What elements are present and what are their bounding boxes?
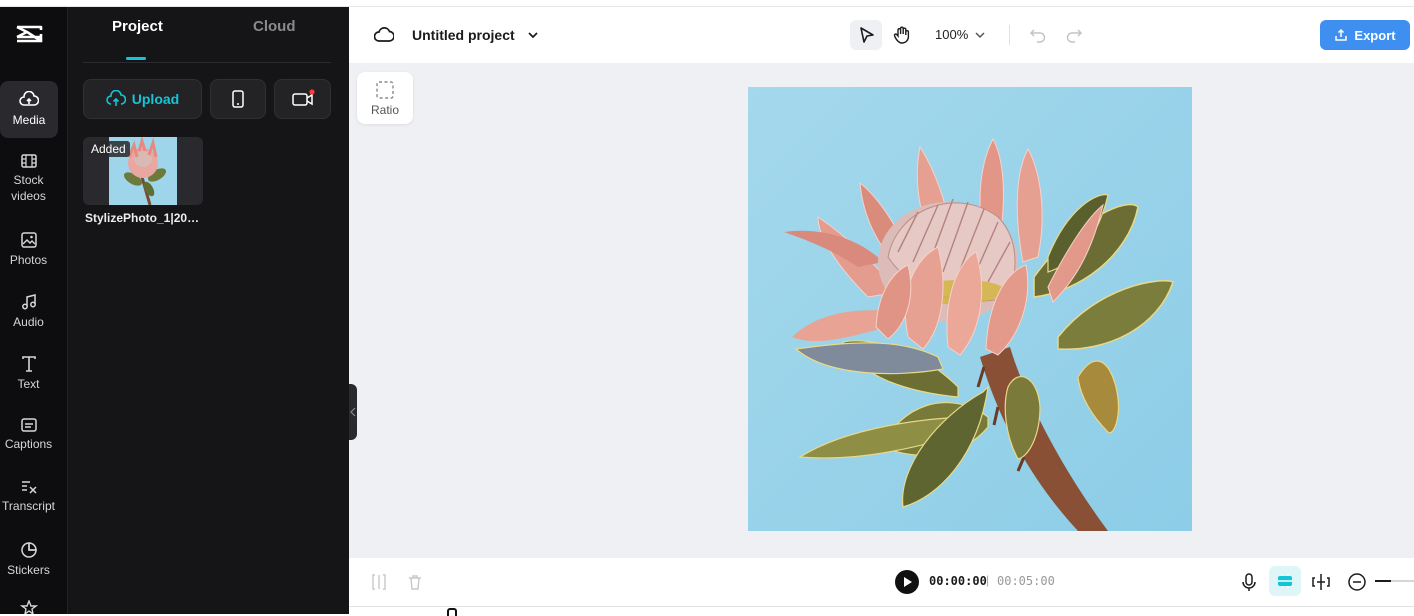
- playhead-marker[interactable]: [447, 608, 457, 616]
- split-clip-icon[interactable]: [1311, 572, 1331, 592]
- project-title[interactable]: Untitled project: [412, 27, 515, 43]
- transcript-icon: [21, 481, 37, 494]
- tab-cloud[interactable]: Cloud: [253, 18, 296, 35]
- sidebar-item-stock-videos[interactable]: Stock videos: [0, 153, 57, 209]
- delete-trash-icon[interactable]: [406, 573, 424, 591]
- tab-project[interactable]: Project: [112, 18, 163, 35]
- microphone-icon[interactable]: [1240, 572, 1258, 592]
- chevron-down-icon[interactable]: [527, 30, 539, 40]
- toolbar-divider: [1009, 25, 1010, 45]
- export-button[interactable]: Export: [1320, 20, 1410, 50]
- magnet-snap-button[interactable]: [1269, 566, 1301, 596]
- timeline-zoom-slider[interactable]: [1375, 580, 1414, 582]
- export-share-icon: [1335, 28, 1348, 41]
- current-time: 00:00:00: [929, 574, 987, 588]
- timeline-ruler[interactable]: [349, 606, 1414, 616]
- zoom-chevron-icon[interactable]: [974, 30, 986, 40]
- sidebar-item-label: Media: [12, 113, 46, 127]
- phone-upload-button[interactable]: [210, 79, 266, 119]
- zoom-level[interactable]: 100%: [935, 27, 968, 42]
- sidebar-item-media[interactable]: Media: [0, 81, 58, 138]
- capcut-logo-icon[interactable]: [14, 19, 44, 49]
- ratio-frame-icon: [376, 80, 394, 99]
- sticker-icon: [20, 542, 37, 558]
- snap-icon: [1278, 574, 1292, 588]
- effects-icon[interactable]: [20, 600, 38, 614]
- sidebar-item-text[interactable]: Text: [0, 355, 57, 395]
- time-separator: |: [986, 573, 990, 587]
- zoom-out-icon[interactable]: [1347, 572, 1367, 592]
- upload-label: Upload: [131, 91, 180, 107]
- slider-fill: [1375, 580, 1391, 582]
- undo-icon[interactable]: [1029, 26, 1047, 44]
- select-tool-button[interactable]: [850, 20, 882, 50]
- total-duration: 00:05:00: [997, 574, 1055, 588]
- text-t-icon: [21, 356, 36, 372]
- pointer-icon: [860, 27, 874, 43]
- ratio-label: Ratio: [370, 102, 399, 117]
- cloud-sync-icon[interactable]: [374, 26, 394, 44]
- sidebar-item-label: Transcript: [2, 499, 55, 513]
- chevron-left-icon: [350, 407, 356, 417]
- added-badge: Added: [87, 141, 130, 157]
- sidebar-item-label: Stickers: [7, 563, 50, 577]
- phone-icon: [232, 90, 244, 108]
- sidebar-item-stickers[interactable]: Stickers: [0, 541, 57, 581]
- sidebar-item-label: Text: [17, 377, 40, 391]
- upload-button[interactable]: Upload: [83, 79, 202, 119]
- collapse-panel-handle[interactable]: [349, 384, 357, 440]
- captions-icon: [20, 418, 37, 432]
- ratio-button[interactable]: Ratio: [357, 72, 413, 124]
- hand-tool-icon[interactable]: [892, 25, 912, 45]
- record-button[interactable]: [274, 79, 331, 119]
- music-note-icon: [21, 294, 36, 310]
- sidebar-item-label: Stock videos: [11, 173, 46, 203]
- browser-top-strip: [0, 0, 1414, 7]
- media-item-name: StylizePhoto_1|202...: [85, 211, 203, 225]
- redo-icon[interactable]: [1065, 26, 1083, 44]
- sidebar-item-photos[interactable]: Photos: [0, 231, 57, 271]
- film-icon: [20, 154, 37, 168]
- split-icon[interactable]: [371, 573, 387, 591]
- media-cloud-icon: [19, 91, 39, 106]
- active-tab-indicator: [126, 57, 146, 60]
- export-label: Export: [1354, 27, 1396, 43]
- image-icon: [20, 232, 37, 248]
- media-item-card[interactable]: Added: [83, 137, 203, 205]
- panel-divider: [83, 62, 331, 63]
- upload-cloud-icon: [105, 90, 126, 106]
- preview-image[interactable]: [748, 87, 1192, 531]
- sidebar-item-audio[interactable]: Audio: [0, 293, 57, 333]
- sidebar-item-label: Captions: [4, 437, 53, 451]
- sidebar-item-label: Audio: [13, 315, 44, 329]
- video-camera-icon: [291, 89, 315, 106]
- sidebar-item-captions[interactable]: Captions: [0, 417, 57, 457]
- play-button[interactable]: [894, 569, 920, 595]
- sidebar-item-transcript[interactable]: Transcript: [0, 479, 57, 519]
- sidebar-item-label: Photos: [9, 253, 48, 267]
